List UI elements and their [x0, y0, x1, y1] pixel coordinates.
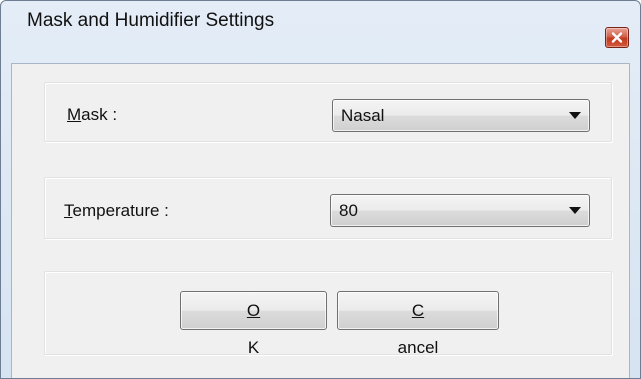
- dropdown-arrow-icon: [569, 112, 581, 119]
- ok-access-key: O: [246, 301, 261, 320]
- mask-label: Mask :: [67, 105, 117, 125]
- ok-button-label: OK: [181, 292, 326, 366]
- cancel-button-label: Cancel: [338, 292, 498, 366]
- buttons-group: [44, 271, 612, 355]
- temperature-selected-value: 80: [339, 201, 358, 220]
- temperature-label-access-key: T: [64, 201, 73, 220]
- title-bar[interactable]: Mask and Humidifier Settings: [1, 1, 640, 48]
- cancel-access-key: C: [411, 301, 425, 320]
- temperature-label: Temperature :: [64, 201, 169, 221]
- dialog-window: Mask and Humidifier Settings Mask : Nasa…: [0, 0, 641, 379]
- ok-button[interactable]: OK: [180, 291, 327, 357]
- dropdown-arrow-icon: [569, 207, 581, 214]
- mask-label-text: ask :: [81, 105, 118, 124]
- mask-dropdown[interactable]: Nasal: [332, 99, 590, 132]
- ok-label-rest: K: [247, 338, 260, 357]
- close-icon: [611, 32, 623, 43]
- temperature-dropdown[interactable]: 80: [330, 194, 590, 227]
- temperature-label-text: emperature :: [72, 201, 169, 220]
- cancel-button[interactable]: Cancel: [337, 291, 499, 357]
- cancel-label-rest: ancel: [397, 338, 439, 357]
- window-title: Mask and Humidifier Settings: [27, 10, 275, 31]
- dialog-content: Mask : Nasal Temperature : 80 OK Cancel: [11, 63, 630, 378]
- mask-label-access-key: M: [67, 105, 82, 124]
- close-button[interactable]: [605, 27, 629, 48]
- mask-selected-value: Nasal: [341, 106, 385, 125]
